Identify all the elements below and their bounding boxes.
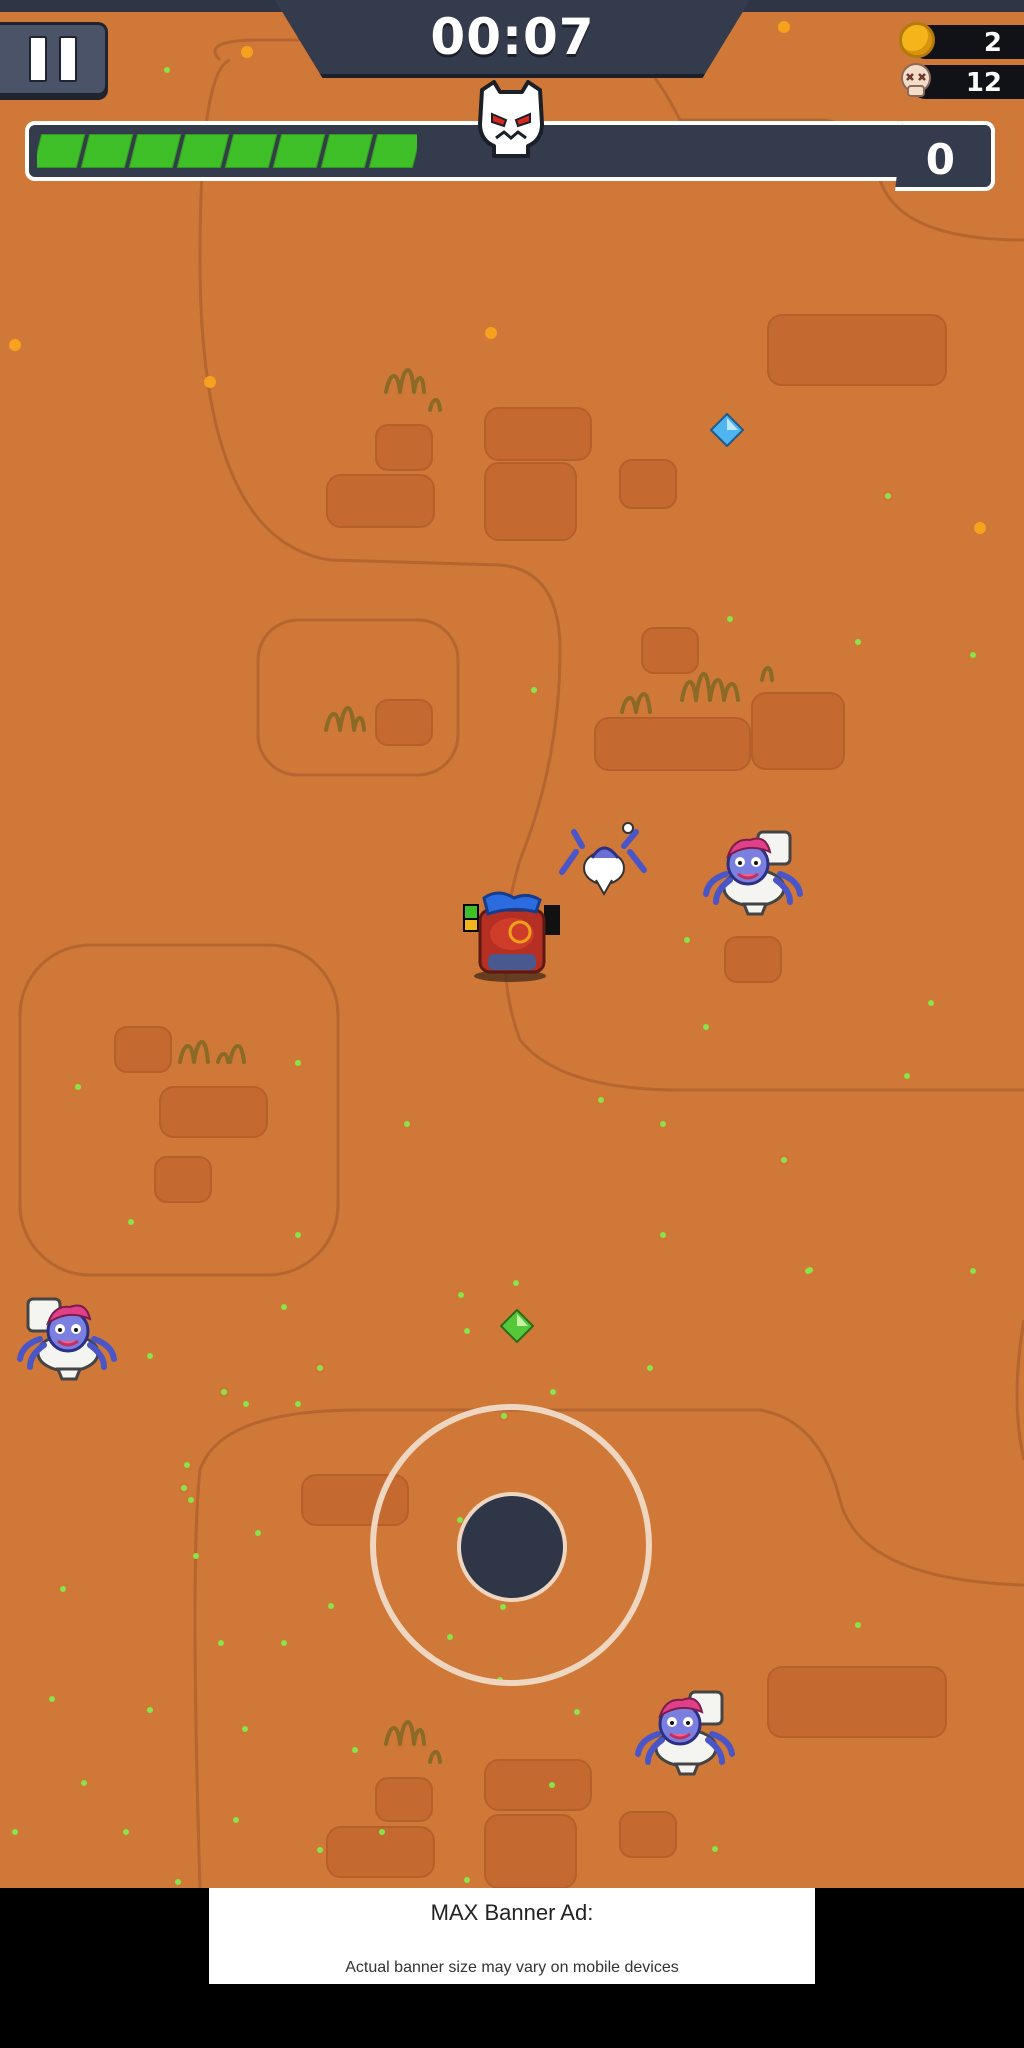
skull-icon [901, 63, 931, 97]
kill-count-tab: 0 [895, 121, 995, 191]
pause-icon [58, 36, 77, 82]
green-gem [500, 1309, 534, 1343]
progress-segment [368, 134, 417, 168]
kill-count: 0 [925, 135, 955, 184]
progress-segment [176, 134, 230, 168]
pause-button[interactable] [0, 22, 108, 96]
ad-banner[interactable]: MAX Banner Ad: Actual banner size may va… [209, 1888, 815, 1984]
timer-panel: 00:07 [275, 0, 750, 78]
game-timer: 00:07 [430, 8, 595, 66]
blue-gem [710, 413, 744, 447]
progress-segment [272, 134, 326, 168]
wave-progress-fill [37, 134, 417, 168]
toilet-spider-enemy [703, 830, 803, 916]
pause-icon [28, 36, 47, 82]
toilet-spider-enemy [17, 1297, 117, 1381]
virtual-joystick-knob[interactable] [457, 1492, 567, 1602]
progress-segment [320, 134, 374, 168]
coin-counter: 2 [899, 22, 1024, 59]
ad-title: MAX Banner Ad: [430, 1900, 594, 1925]
progress-segment [128, 134, 182, 168]
progress-segment [80, 134, 134, 168]
toilet-spider-enemy [635, 1690, 735, 1776]
progress-segment [224, 134, 278, 168]
boss-skull-icon [478, 80, 544, 158]
coin-icon [899, 22, 935, 58]
player-character [463, 891, 560, 982]
skull-counter: 12 [901, 63, 1024, 99]
ad-subtitle: Actual banner size may vary on mobile de… [345, 1959, 679, 1976]
game-world[interactable]: 00:07 2 12 0 [0, 0, 1024, 1888]
enemy-spider-flashing [559, 822, 647, 897]
skull-count: 12 [965, 68, 1002, 98]
progress-segment [37, 134, 86, 168]
coin-count: 2 [983, 28, 1002, 58]
